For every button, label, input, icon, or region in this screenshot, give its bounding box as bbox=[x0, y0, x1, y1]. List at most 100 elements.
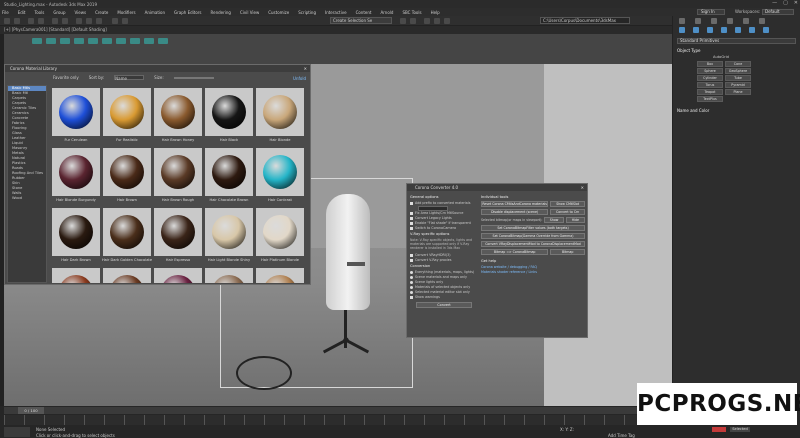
favorites-filter[interactable]: Favorite only bbox=[53, 75, 79, 80]
select-by-name-icon[interactable] bbox=[62, 18, 68, 24]
redo-icon[interactable] bbox=[14, 18, 20, 24]
material-preview[interactable] bbox=[205, 208, 253, 256]
material-swatch[interactable]: Hair Black bbox=[205, 88, 253, 145]
material-preview[interactable] bbox=[205, 88, 253, 136]
primitive-type-dropdown[interactable]: Standard Primitives bbox=[677, 38, 796, 44]
hierarchy-tab-icon[interactable] bbox=[711, 18, 717, 24]
create-cone-button[interactable]: Cone bbox=[725, 61, 751, 67]
time-slider[interactable]: 0 / 100 bbox=[4, 407, 668, 414]
align-icon[interactable] bbox=[410, 18, 416, 24]
material-preview[interactable] bbox=[52, 268, 100, 283]
menu-scripting[interactable]: Scripting bbox=[298, 10, 316, 15]
create-teapot-button[interactable]: Teapot bbox=[697, 89, 723, 95]
track-bar[interactable] bbox=[4, 415, 668, 425]
render-icon[interactable] bbox=[444, 18, 450, 24]
menu-views[interactable]: Views bbox=[75, 10, 87, 15]
menu-create[interactable]: Create bbox=[95, 10, 108, 15]
material-swatch[interactable]: Hair Red bbox=[52, 268, 100, 283]
material-preview[interactable] bbox=[205, 268, 253, 283]
convert-button[interactable]: Convert bbox=[416, 301, 472, 308]
material-swatch[interactable]: Hair Plum bbox=[154, 268, 202, 283]
unfold-link[interactable]: Unfold bbox=[293, 76, 306, 81]
maximize-button[interactable]: ▢ bbox=[783, 0, 788, 6]
create-cylinder-button[interactable]: Cylinder bbox=[697, 75, 723, 81]
menu-modifiers[interactable]: Modifiers bbox=[117, 10, 135, 15]
checkbox[interactable] bbox=[410, 202, 413, 205]
microphone-model[interactable] bbox=[326, 194, 370, 310]
shelf-icon[interactable] bbox=[144, 38, 154, 44]
material-swatch[interactable]: Fur Cerulean bbox=[52, 88, 100, 145]
material-preview[interactable] bbox=[52, 148, 100, 196]
autogrid-checkbox[interactable]: AutoGrid bbox=[673, 55, 800, 59]
checkbox[interactable] bbox=[410, 253, 413, 257]
snap-icon[interactable] bbox=[112, 18, 118, 24]
create-torus-button[interactable]: Torus bbox=[697, 82, 723, 88]
shelf-icon[interactable] bbox=[32, 38, 42, 44]
close-icon[interactable]: ✕ bbox=[304, 66, 307, 71]
add-time-tag[interactable]: Add Time Tag bbox=[608, 433, 635, 438]
option-show-warnings[interactable]: Show warnings bbox=[410, 295, 478, 300]
tool-button[interactable]: Set CoronaBitmapFilter values (both targ… bbox=[481, 225, 585, 231]
material-preview[interactable] bbox=[256, 268, 304, 283]
material-swatch[interactable]: Hair Honey bbox=[256, 268, 304, 283]
material-swatch[interactable]: Hair Dark Brown bbox=[52, 208, 100, 265]
material-library-titlebar[interactable]: Corona Material Library ✕ bbox=[5, 65, 310, 72]
angle-snap-icon[interactable] bbox=[122, 18, 128, 24]
scale-icon[interactable] bbox=[96, 18, 102, 24]
tool-button[interactable]: Bitmap => CoronaBitmap bbox=[481, 249, 549, 255]
material-editor-icon[interactable] bbox=[424, 18, 430, 24]
material-swatch[interactable]: Hair Platinum Blonde bbox=[256, 208, 304, 265]
menu-interactive[interactable]: Interactive bbox=[325, 10, 347, 15]
material-preview[interactable] bbox=[103, 268, 151, 283]
shelf-icon[interactable] bbox=[158, 38, 168, 44]
material-preview[interactable] bbox=[154, 268, 202, 283]
sign-in-button[interactable]: Sign In bbox=[697, 9, 725, 15]
tool-button[interactable]: Show CMtlSlot bbox=[550, 201, 585, 207]
motion-tab-icon[interactable] bbox=[727, 18, 733, 24]
material-swatch[interactable]: Hair Ash bbox=[205, 268, 253, 283]
material-preview[interactable] bbox=[256, 88, 304, 136]
create-sphere-button[interactable]: Sphere bbox=[697, 68, 723, 74]
project-path-field[interactable]: C:\Users\Corpus\Documents\3dsMax bbox=[540, 17, 630, 24]
show-button[interactable]: Show bbox=[544, 217, 564, 223]
time-slider-knob[interactable]: 0 / 100 bbox=[18, 407, 44, 414]
rotate-icon[interactable] bbox=[86, 18, 92, 24]
helpers-icon[interactable] bbox=[735, 27, 741, 33]
name-color-rollout[interactable]: Name and Color bbox=[673, 108, 800, 113]
material-swatch[interactable]: Hair Copper bbox=[103, 268, 151, 283]
shelf-icon[interactable] bbox=[116, 38, 126, 44]
option-switch-camera[interactable]: Switch to CoronaCamera bbox=[410, 226, 478, 231]
select-icon[interactable] bbox=[52, 18, 58, 24]
menu-sbc-tools[interactable]: SBC Tools bbox=[402, 10, 421, 15]
tool-button[interactable]: Bitmap bbox=[550, 249, 585, 255]
shapes-icon[interactable] bbox=[693, 27, 699, 33]
create-textplus-button[interactable]: TextPlus bbox=[697, 96, 723, 102]
shelf-icon[interactable] bbox=[74, 38, 84, 44]
key-filter-dropdown[interactable]: Selected bbox=[730, 427, 750, 432]
shelf-icon[interactable] bbox=[60, 38, 70, 44]
shelf-icon[interactable] bbox=[88, 38, 98, 44]
help-link[interactable]: Materials shader reference / Links bbox=[481, 270, 585, 275]
material-preview[interactable] bbox=[52, 88, 100, 136]
selection-set-dropdown[interactable]: Create Selection Se bbox=[330, 17, 392, 24]
menu-arnold[interactable]: Arnold bbox=[380, 10, 393, 15]
maxscript-listener[interactable] bbox=[4, 427, 30, 437]
radio[interactable] bbox=[410, 280, 413, 284]
create-plane-button[interactable]: Plane bbox=[725, 89, 751, 95]
create-pyramid-button[interactable]: Pyramid bbox=[725, 82, 751, 88]
menu-edit[interactable]: Edit bbox=[18, 10, 26, 15]
render-setup-icon[interactable] bbox=[434, 18, 440, 24]
material-preview[interactable] bbox=[103, 148, 151, 196]
tool-button[interactable]: Reset Corona CMtlsAndCorona materials bbox=[481, 201, 549, 207]
material-swatch[interactable]: Fur Realistic bbox=[103, 88, 151, 145]
checkbox[interactable] bbox=[410, 217, 413, 220]
material-preview[interactable] bbox=[154, 148, 202, 196]
mirror-icon[interactable] bbox=[400, 18, 406, 24]
material-preview[interactable] bbox=[103, 88, 151, 136]
material-preview[interactable] bbox=[103, 208, 151, 256]
material-swatch[interactable]: Hair Espresso bbox=[154, 208, 202, 265]
hide-button[interactable]: Hide bbox=[565, 217, 585, 223]
option-convert-proxies[interactable]: Convert V-Ray proxies bbox=[410, 258, 478, 263]
space-warps-icon[interactable] bbox=[749, 27, 755, 33]
option-add-prefix[interactable]: Add prefix to converted materials bbox=[410, 201, 478, 206]
